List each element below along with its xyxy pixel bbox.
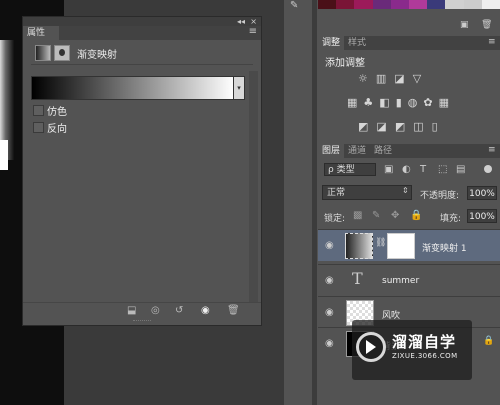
pixel-filter-icon[interactable]: ▣ — [384, 164, 393, 175]
collapse-icon[interactable]: ◂◂ — [237, 17, 245, 26]
properties-panel: ◂◂ × 属性 ≡ 渐变映射 ▾ 仿色 反向 ⬓ ◎ ↺ ◉ 🗑 — [22, 16, 262, 326]
link-icon[interactable]: ⛓ — [375, 238, 386, 248]
color-lookup-icon[interactable]: ▦ — [439, 96, 449, 109]
shape-filter-icon[interactable]: ⬚ — [438, 164, 447, 175]
clip-to-layer-icon[interactable]: ⬓ — [127, 305, 136, 316]
color-swatch[interactable] — [463, 0, 482, 9]
layer-name: 渐变映射 1 — [422, 244, 467, 254]
panel-titlebar[interactable] — [23, 17, 261, 26]
lock-position-icon[interactable]: ✥ — [391, 210, 399, 221]
eye-icon[interactable]: ◉ — [325, 275, 334, 286]
color-swatch[interactable] — [390, 0, 410, 9]
eye-icon[interactable]: ◉ — [325, 240, 334, 251]
color-balance-icon[interactable]: ◧ — [379, 96, 389, 109]
channel-mixer-icon[interactable]: ✿ — [423, 96, 432, 109]
smart-object-filter-icon[interactable]: ▤ — [456, 164, 465, 175]
fill-field[interactable]: 100% — [467, 209, 497, 223]
filter-toggle-icon[interactable] — [484, 165, 492, 173]
blend-mode-select[interactable]: 正常 — [322, 185, 412, 200]
watermark-url: ZIXUE.3066.COM — [392, 352, 458, 360]
adjustment-layer-icon[interactable] — [35, 45, 51, 61]
tab-channels[interactable]: 通道 — [344, 144, 370, 158]
curves-icon[interactable]: ◪ — [394, 72, 404, 85]
close-icon[interactable]: × — [250, 17, 257, 26]
lock-icon: 🔒 — [483, 336, 495, 346]
play-icon — [366, 340, 376, 354]
watermark-brand: 溜溜自学 — [392, 333, 457, 351]
color-swatch[interactable] — [427, 0, 446, 9]
color-swatch[interactable] — [354, 0, 373, 9]
dither-checkbox[interactable] — [33, 105, 44, 116]
swatches-strip[interactable] — [318, 0, 500, 9]
posterize-icon[interactable]: ◪ — [376, 120, 386, 133]
panel-bottom-bar — [23, 302, 261, 319]
lock-all-icon[interactable]: 🔒 — [410, 210, 422, 221]
gradient-map-icon[interactable]: ◫ — [413, 120, 423, 133]
mask-thumbnail — [387, 233, 415, 259]
reverse-checkbox[interactable] — [33, 122, 44, 133]
tool-icon[interactable]: ✎ — [290, 0, 298, 11]
tab-layers[interactable]: 图层 — [318, 144, 345, 158]
adjustment-filter-icon[interactable]: ◐ — [402, 164, 411, 175]
divider — [31, 64, 253, 65]
tab-properties[interactable]: 属性 — [23, 26, 59, 40]
resize-grip[interactable] — [133, 320, 151, 324]
panel-menu-icon[interactable]: ≡ — [488, 37, 496, 47]
levels-icon[interactable]: ▥ — [376, 72, 386, 85]
vibrance-icon[interactable]: ▦ — [347, 96, 357, 109]
reverse-label: 反向 — [47, 124, 67, 135]
layer-name: summer — [382, 276, 420, 286]
eye-icon[interactable]: ◉ — [325, 307, 334, 318]
mask-icon[interactable] — [54, 45, 70, 61]
gradient-dropdown-button[interactable]: ▾ — [233, 76, 245, 100]
invert-icon[interactable]: ◩ — [358, 120, 368, 133]
new-swatch-icon[interactable]: ▣ — [460, 20, 469, 30]
add-adjustment-heading: 添加调整 — [325, 58, 365, 69]
visibility-icon[interactable]: ◉ — [201, 305, 210, 316]
dither-label: 仿色 — [47, 107, 67, 118]
layer-row[interactable]: ◉ ⛓ 渐变映射 1 — [318, 229, 500, 261]
color-swatch[interactable] — [481, 0, 500, 9]
panel-dock-divider[interactable] — [312, 0, 317, 405]
brightness-icon[interactable]: ☼ — [358, 72, 368, 85]
reset-icon[interactable]: ↺ — [175, 305, 183, 316]
panel-menu-icon[interactable]: ≡ — [488, 145, 496, 155]
chevron-updown-icon: ⇕ — [402, 186, 409, 195]
text-layer-icon: T — [352, 269, 363, 288]
hue-saturation-icon[interactable]: ♣ — [363, 96, 373, 109]
adjustment-thumbnail — [345, 233, 373, 259]
threshold-icon[interactable]: ◩ — [395, 120, 405, 133]
layer-row[interactable]: ◉ T summer — [318, 264, 500, 296]
gradient-preview[interactable] — [31, 76, 235, 100]
opacity-field[interactable]: 100% — [467, 186, 497, 200]
fill-label: 填充: — [440, 214, 462, 224]
layer-filter-select[interactable]: ρ 类型 — [324, 163, 376, 176]
lock-pixels-icon[interactable]: ✎ — [372, 210, 380, 221]
color-swatch[interactable] — [336, 0, 355, 9]
selective-color-icon[interactable]: ▯ — [432, 120, 438, 133]
exposure-icon[interactable]: ▽ — [413, 72, 421, 85]
photo-filter-icon[interactable]: ◍ — [408, 96, 418, 109]
properties-title: 渐变映射 — [77, 50, 117, 61]
lock-transparent-icon[interactable]: ▩ — [353, 210, 362, 221]
delete-icon[interactable]: 🗑 — [227, 305, 240, 316]
scrollbar[interactable] — [249, 71, 258, 311]
tab-paths[interactable]: 路径 — [370, 144, 396, 158]
color-swatch[interactable] — [409, 0, 428, 9]
eye-icon[interactable]: ◉ — [325, 338, 334, 349]
black-white-icon[interactable]: ▮ — [396, 96, 402, 109]
color-swatch[interactable] — [372, 0, 391, 9]
color-swatch[interactable] — [318, 0, 337, 9]
color-swatch[interactable] — [445, 0, 464, 9]
delete-swatch-icon[interactable]: 🗑 — [481, 20, 492, 30]
lock-label: 锁定: — [324, 214, 346, 224]
view-previous-icon[interactable]: ◎ — [151, 305, 160, 316]
panel-menu-icon[interactable]: ≡ — [249, 26, 257, 38]
opacity-label: 不透明度: — [420, 191, 460, 201]
tab-adjustments[interactable]: 调整 — [318, 36, 345, 50]
tab-styles[interactable]: 样式 — [344, 36, 370, 50]
canvas-image-fragment — [0, 140, 8, 170]
type-filter-icon[interactable]: T — [420, 164, 426, 175]
